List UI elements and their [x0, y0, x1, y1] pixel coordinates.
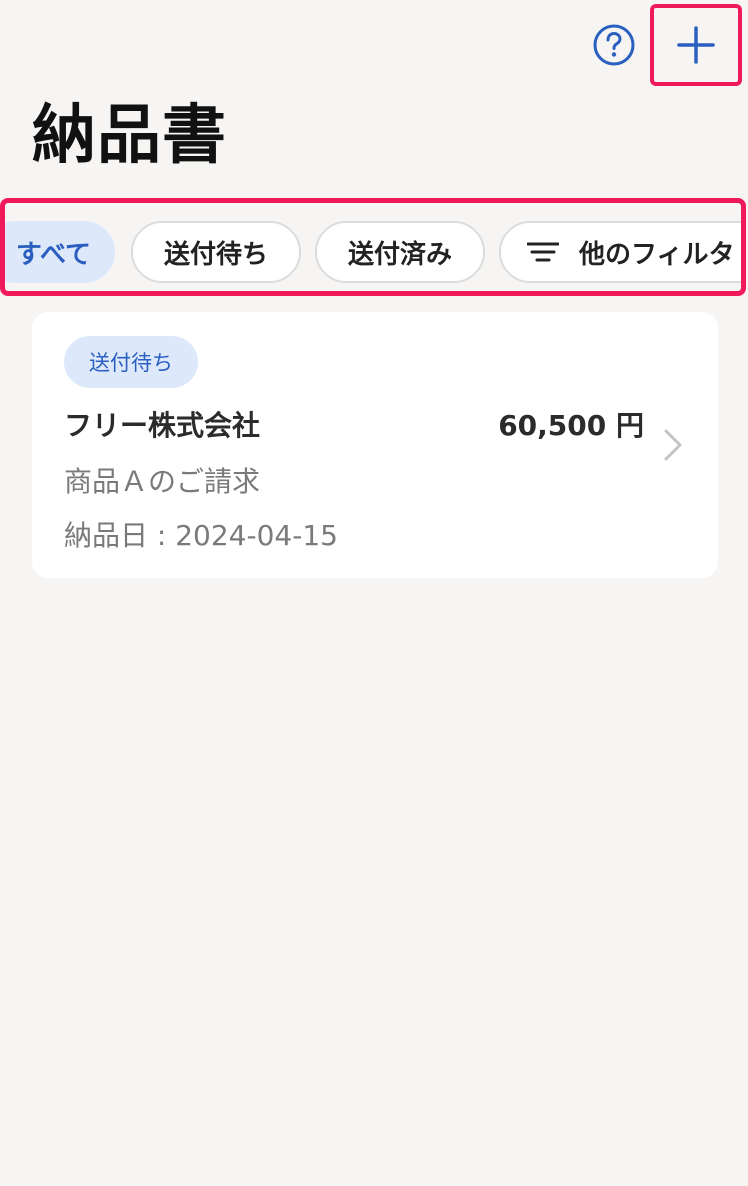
customer-name: フリー株式会社 [64, 409, 261, 442]
question-circle-icon [593, 24, 635, 66]
filter-chip-all[interactable]: すべて [5, 221, 115, 283]
delivery-notes-screen: 納品書 すべて 送付待ち 送付済み 他のフィルタ 送付待ち フリー株式会社 60… [0, 0, 748, 1186]
page-title: 納品書 [32, 99, 227, 173]
status-badge: 送付待ち [64, 336, 198, 388]
filter-chip-sent[interactable]: 送付済み [315, 221, 485, 283]
add-button[interactable] [650, 4, 742, 86]
filter-chip-more-label: 他のフィルタ [579, 239, 735, 270]
invoice-amount: 60,500 円 [498, 409, 644, 442]
filter-chip-bar[interactable]: すべて 送付待ち 送付済み 他のフィルタ [0, 198, 746, 296]
filter-chip-more[interactable]: 他のフィルタ [499, 221, 741, 283]
item-description: 商品Ａのご請求 [64, 465, 261, 498]
invoice-card[interactable]: 送付待ち フリー株式会社 60,500 円 商品Ａのご請求 納品日 : 2024… [32, 312, 718, 578]
filter-lines-icon [527, 242, 559, 262]
plus-icon [677, 26, 715, 64]
chevron-right-icon [664, 429, 682, 461]
help-button[interactable] [593, 24, 635, 66]
delivery-date: 納品日 : 2024-04-15 [64, 519, 338, 552]
filter-chip-pending[interactable]: 送付待ち [131, 221, 301, 283]
